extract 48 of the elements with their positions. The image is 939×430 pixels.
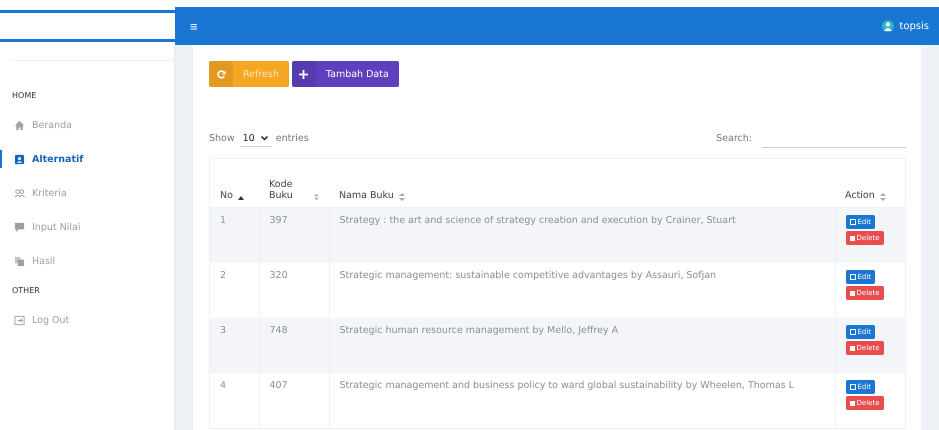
table-cell: Strategic human resource management by Mello, Jeffrey A [340,325,618,336]
sidebar-item[interactable]: Beranda [0,116,174,134]
show-label: Show [209,133,235,144]
table-cell: Strategic management and business policy to ward global sustainability by Wheelen, Thomas L [340,380,794,391]
user-name[interactable]: topsis [899,20,929,32]
trash-icon [850,400,854,406]
logout-icon [14,314,25,326]
chevron-down-icon [260,136,268,140]
table-cell: Strategic management: sustainable competitive advantages by Assauri, Sofjan [340,270,716,281]
search-label: Search: [716,133,752,144]
id-card-icon [14,154,25,164]
refresh-icon [216,70,226,78]
table-cell: 1 [220,215,226,226]
table-cell: 397 [270,215,288,226]
copy-icon [14,256,25,266]
table-cell: 2 [220,270,226,281]
sidebar-heading: HOME [11,91,38,100]
column-header[interactable]: Action [845,190,886,201]
column-header[interactable]: Nama Buku [339,190,405,201]
plus-icon [299,70,308,78]
entries-label: entries [276,133,309,144]
table-cell: 748 [270,325,288,336]
sidebar-item[interactable]: Kriteria [0,184,174,202]
user-icon[interactable] [882,20,894,32]
edit-icon [850,274,856,280]
table-cell: 4 [220,380,226,391]
trash-icon [850,345,854,351]
people-icon [14,188,25,198]
table-cell: 3 [220,325,226,336]
sidebar-item[interactable]: Input Nilai [0,218,174,236]
sidebar-item[interactable]: Log Out [0,311,174,329]
column-header[interactable]: No [220,190,244,201]
trash-icon [850,235,854,241]
sidebar-heading: OTHER [11,286,41,295]
table-cell: 320 [270,270,288,281]
edit-icon [850,329,856,335]
home-icon [14,120,25,130]
speech-bubble-icon [14,222,25,232]
sidebar-item[interactable]: Hasil [0,252,174,270]
edit-icon [850,219,856,225]
table-cell: 407 [270,380,288,391]
table-cell: Strategy : the art and science of strategy creation and execution by Crainer, Stuart [340,215,736,226]
menu-button[interactable]: ≡ [190,18,198,34]
add-button[interactable]: Tambah Data [292,61,399,87]
entries-select[interactable]: 10 [240,130,271,146]
edit-icon [850,384,856,390]
trash-icon [850,290,854,296]
column-header[interactable]: Kode Buku [269,179,319,201]
